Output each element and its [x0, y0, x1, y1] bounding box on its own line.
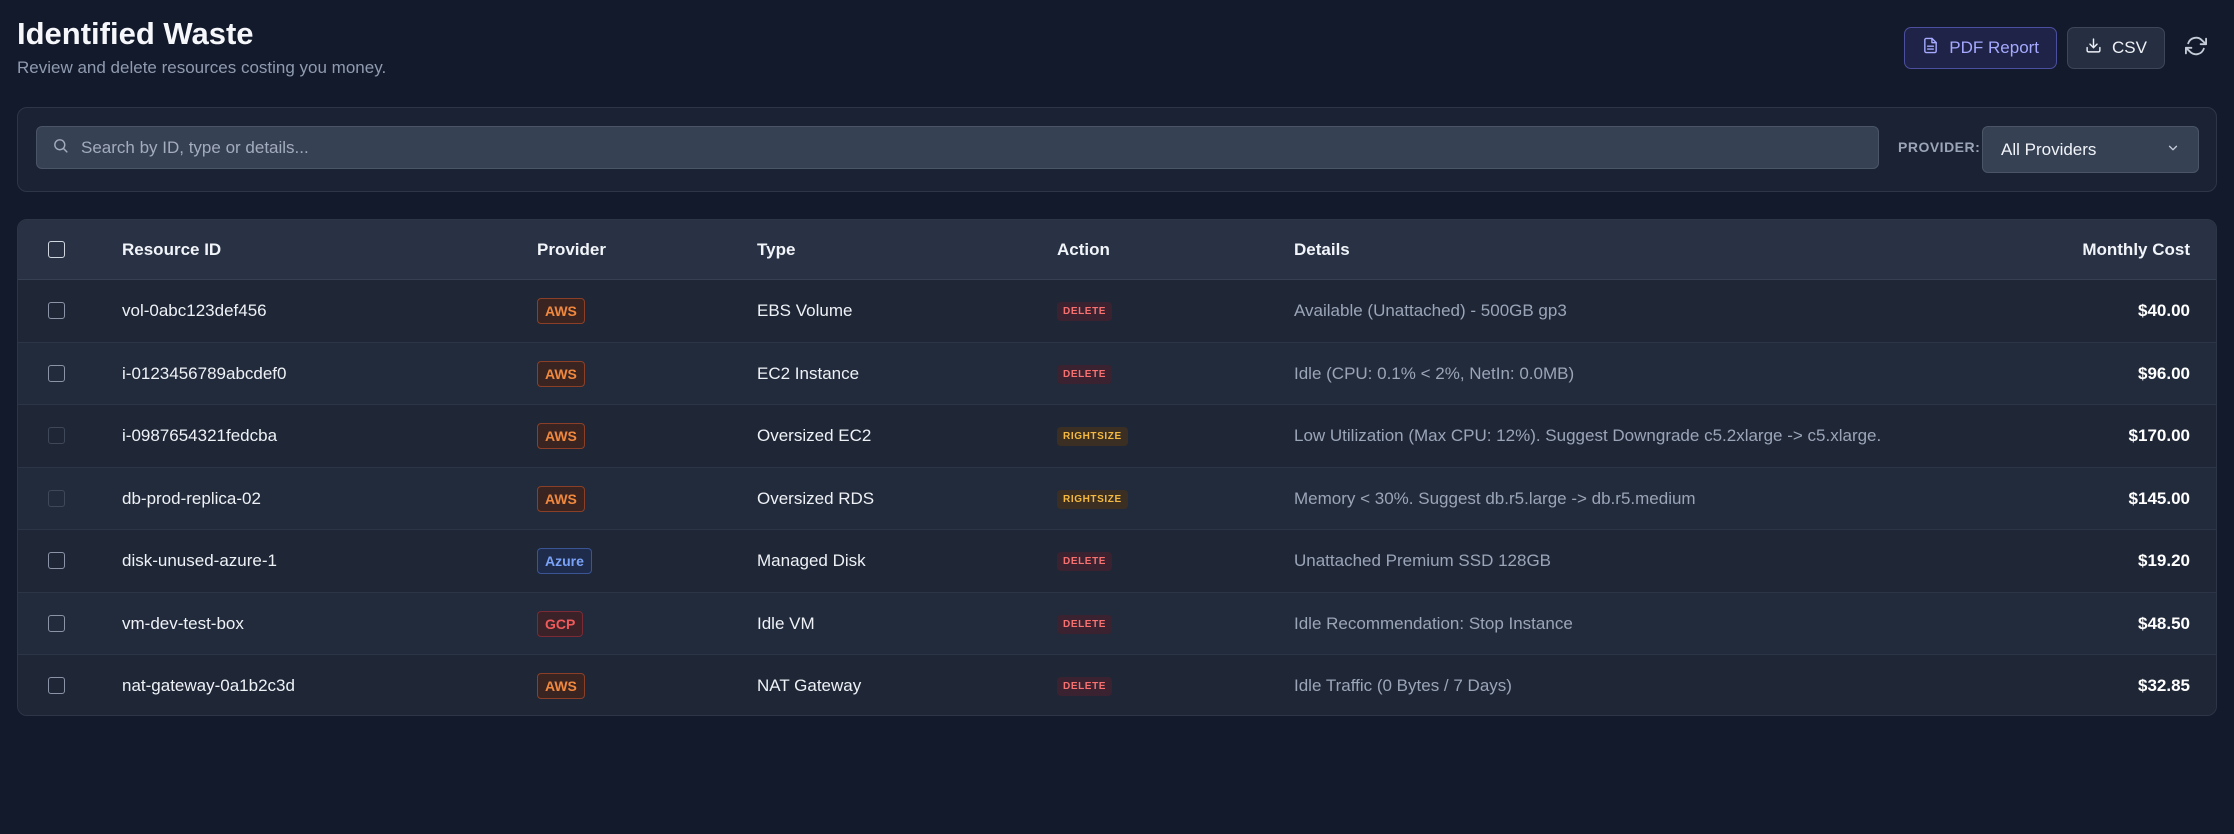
- table-row[interactable]: vm-dev-test-box GCP Idle VM DELETE Idle Reco…: [18, 592, 2216, 655]
- monthly-cost-cell: $96.00: [2138, 363, 2190, 383]
- provider-badge: AWS: [537, 485, 585, 512]
- page: Identified Waste Review and delete resou…: [0, 0, 2234, 834]
- resource-id-cell: i-0123456789abcdef0: [122, 363, 287, 383]
- csv-label: CSV: [2112, 38, 2147, 57]
- provider-badge: AWS: [537, 298, 585, 324]
- action-badge: RIGHTSIZE: [1057, 489, 1128, 509]
- monthly-cost-cell: $170.00: [2128, 426, 2190, 445]
- action-badge: DELETE: [1057, 677, 1113, 696]
- action-badge: RIGHTSIZE: [1057, 427, 1128, 446]
- csv-export-button[interactable]: CSV: [2067, 27, 2165, 69]
- table-row[interactable]: i-0123456789abcdef0 AWS EC2 Instance DELETE…: [18, 342, 2216, 405]
- details-cell: Idle Traffic (0 Bytes / 7 Days): [1294, 676, 1512, 695]
- row-checkbox[interactable]: [48, 427, 65, 444]
- provider-badge: AWS: [537, 423, 585, 449]
- monthly-cost-cell: $48.50: [2138, 613, 2190, 633]
- resource-id-cell: db-prod-replica-02: [122, 488, 261, 508]
- search-input[interactable]: [81, 137, 1861, 158]
- action-badge: DELETE: [1057, 614, 1113, 634]
- column-header-details[interactable]: Details: [1294, 220, 1350, 280]
- column-header-monthly-cost[interactable]: Monthly Cost: [2082, 220, 2190, 280]
- select-all-checkbox[interactable]: [48, 241, 65, 258]
- resource-id-cell: i-0987654321fedcba: [122, 426, 278, 445]
- type-cell: EBS Volume: [757, 301, 853, 320]
- resource-id-cell: disk-unused-azure-1: [122, 551, 277, 570]
- resource-id-cell: nat-gateway-0a1b2c3d: [122, 676, 295, 695]
- row-checkbox[interactable]: [48, 489, 65, 507]
- chevron-down-icon: [2166, 140, 2180, 160]
- monthly-cost-cell: $19.20: [2138, 551, 2190, 570]
- download-icon: [2085, 37, 2102, 59]
- provider-select[interactable]: All Providers: [1982, 126, 2199, 173]
- table-row[interactable]: vol-0abc123def456 AWS EBS Volume DELETE Avai…: [18, 280, 2216, 343]
- type-cell: Oversized RDS: [757, 488, 875, 508]
- provider-badge: AWS: [537, 360, 585, 387]
- filter-bar: PROVIDER: All Providers: [17, 107, 2217, 192]
- table-row[interactable]: disk-unused-azure-1 Azure Managed Disk DELE…: [18, 530, 2216, 593]
- details-cell: Memory < 30%. Suggest db.r5.large -> db.…: [1294, 488, 1696, 508]
- row-checkbox[interactable]: [48, 302, 65, 319]
- page-header: Identified Waste Review and delete resou…: [17, 14, 386, 78]
- row-checkbox[interactable]: [48, 552, 65, 569]
- row-checkbox[interactable]: [48, 677, 65, 694]
- resource-id-cell: vol-0abc123def456: [122, 301, 267, 320]
- refresh-icon: [2185, 35, 2207, 62]
- provider-filter-label: PROVIDER:: [1898, 139, 1981, 155]
- monthly-cost-cell: $32.85: [2138, 676, 2190, 695]
- action-badge: DELETE: [1057, 552, 1113, 571]
- search-icon: [37, 137, 69, 159]
- resource-id-cell: vm-dev-test-box: [122, 613, 244, 633]
- page-title: Identified Waste: [17, 16, 254, 51]
- column-header-type[interactable]: Type: [757, 220, 795, 280]
- type-cell: NAT Gateway: [757, 676, 862, 695]
- provider-select-value: All Providers: [2001, 139, 2097, 159]
- details-cell: Idle (CPU: 0.1% < 2%, NetIn: 0.0MB): [1294, 363, 1575, 383]
- table-header: Resource ID Provider Type Action Details…: [18, 220, 2216, 280]
- row-checkbox[interactable]: [48, 614, 65, 632]
- column-header-provider[interactable]: Provider: [537, 220, 606, 280]
- monthly-cost-cell: $40.00: [2138, 301, 2190, 320]
- document-icon: [1922, 37, 1939, 59]
- refresh-button[interactable]: [2175, 27, 2217, 69]
- provider-badge: GCP: [537, 610, 584, 637]
- details-cell: Available (Unattached) - 500GB gp3: [1294, 301, 1567, 320]
- column-header-resource-id[interactable]: Resource ID: [122, 220, 221, 280]
- details-cell: Idle Recommendation: Stop Instance: [1294, 613, 1573, 633]
- type-cell: Oversized EC2: [757, 426, 872, 445]
- monthly-cost-cell: $145.00: [2128, 488, 2190, 508]
- provider-badge: AWS: [537, 673, 585, 699]
- pdf-report-label: PDF Report: [1949, 38, 2040, 57]
- details-cell: Unattached Premium SSD 128GB: [1294, 551, 1552, 570]
- header-actions: PDF Report CSV: [1904, 27, 2217, 69]
- row-checkbox[interactable]: [48, 364, 65, 382]
- type-cell: Idle VM: [757, 613, 815, 633]
- details-cell: Low Utilization (Max CPU: 12%). Suggest …: [1294, 426, 1882, 445]
- table-row[interactable]: db-prod-replica-02 AWS Oversized RDS RIGHTS…: [18, 467, 2216, 530]
- waste-table: Resource ID Provider Type Action Details…: [17, 219, 2217, 716]
- table-body: vol-0abc123def456 AWS EBS Volume DELETE Avai…: [18, 280, 2216, 715]
- type-cell: Managed Disk: [757, 551, 866, 570]
- pdf-report-button[interactable]: PDF Report: [1904, 27, 2058, 69]
- type-cell: EC2 Instance: [757, 363, 860, 383]
- search-box[interactable]: [36, 126, 1879, 169]
- table-row[interactable]: nat-gateway-0a1b2c3d AWS NAT Gateway DELETE…: [18, 655, 2216, 715]
- table-row[interactable]: i-0987654321fedcba AWS Oversized EC2 RIGHTS…: [18, 405, 2216, 468]
- action-badge: DELETE: [1057, 302, 1113, 321]
- column-header-action[interactable]: Action: [1057, 220, 1110, 280]
- action-badge: DELETE: [1057, 364, 1113, 384]
- page-subtitle: Review and delete resources costing you …: [17, 58, 387, 77]
- provider-badge: Azure: [537, 548, 592, 574]
